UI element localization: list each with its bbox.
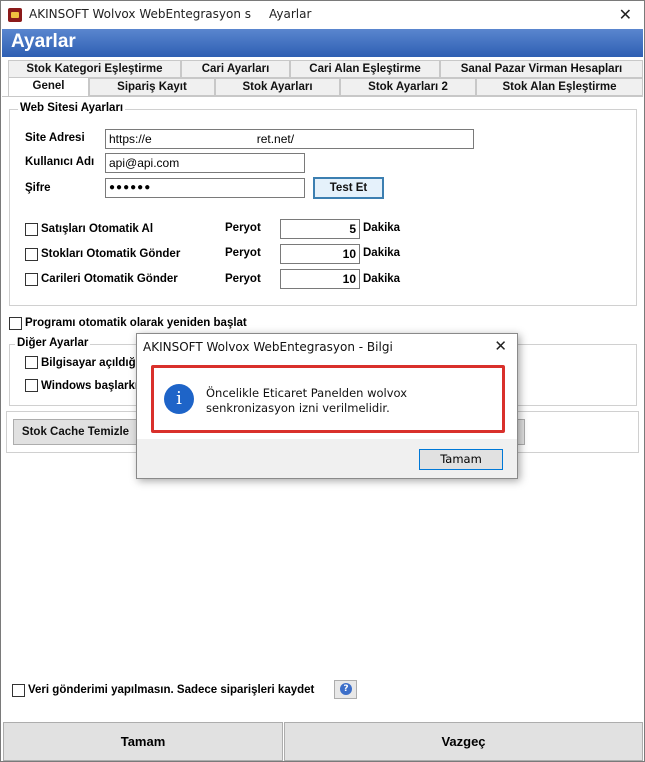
cancel-button[interactable]: Vazgeç [284, 722, 643, 761]
window-title: AKINSOFT Wolvox WebEntegrasyon s [29, 7, 252, 21]
auto-stock-period-label: Peryot [225, 247, 261, 259]
site-address-value-start: https://e [109, 132, 152, 146]
dialog-close-icon[interactable]: ✕ [494, 337, 507, 355]
web-settings-title: Web Sitesi Ayarları [18, 102, 126, 114]
tab-stok-ayarlari-2[interactable]: Stok Ayarları 2 [340, 78, 476, 96]
windows-start-label: Windows başlarkı [41, 380, 139, 392]
tab-cari-ayarlari[interactable]: Cari Ayarları [181, 60, 290, 78]
tab-stok-ayarlari[interactable]: Stok Ayarları [215, 78, 340, 96]
tab-stok-kategori-eslestirme[interactable]: Stok Kategori Eşleştirme [8, 60, 181, 78]
tab-cari-alan-eslestirme[interactable]: Cari Alan Eşleştirme [290, 60, 440, 78]
auto-customers-checkbox[interactable] [25, 273, 38, 286]
auto-sales-label: Satışları Otomatik Al [41, 223, 154, 235]
site-address-field[interactable]: https://e ret.net/ [105, 129, 474, 149]
window-title-suffix: Ayarlar [269, 7, 312, 21]
header-banner: Ayarlar [2, 29, 643, 57]
page-title: Ayarlar [11, 31, 76, 52]
password-label: Şifre [25, 182, 51, 194]
dialog-footer: Tamam [137, 439, 517, 478]
tab-genel[interactable]: Genel [8, 77, 89, 97]
auto-sales-period-label: Peryot [225, 222, 261, 234]
no-data-send-label: Veri gönderimi yapılmasın. Sadece sipari… [28, 684, 315, 696]
auto-sales-period-field[interactable]: 5 [280, 219, 360, 239]
other-settings-title: Diğer Ayarlar [15, 337, 91, 349]
ok-button[interactable]: Tamam [3, 722, 283, 761]
help-icon: ? [340, 683, 352, 695]
close-icon[interactable]: ✕ [619, 5, 632, 24]
auto-customers-period-label: Peryot [225, 273, 261, 285]
help-button[interactable]: ? [334, 680, 357, 699]
auto-customers-label: Carileri Otomatik Gönder [41, 273, 178, 285]
app-icon [8, 8, 22, 22]
auto-stock-checkbox[interactable] [25, 248, 38, 261]
auto-sales-checkbox[interactable] [25, 223, 38, 236]
dialog-message: Öncelikle Eticaret Panelden wolvox senkr… [206, 386, 408, 415]
title-bar[interactable]: AKINSOFT Wolvox WebEntegrasyon s Ayarlar… [1, 1, 644, 29]
site-address-value-end: ret.net/ [256, 132, 295, 146]
username-field[interactable]: api@api.com [105, 153, 305, 173]
auto-customers-period-field[interactable]: 10 [280, 269, 360, 289]
info-dialog: AKINSOFT Wolvox WebEntegrasyon - Bilgi ✕… [136, 333, 518, 479]
tab-stok-alan-eslestirme[interactable]: Stok Alan Eşleştirme [476, 78, 643, 96]
info-icon: i [164, 384, 194, 414]
no-data-send-checkbox[interactable] [12, 684, 25, 697]
dialog-message-box: i Öncelikle Eticaret Panelden wolvox sen… [151, 365, 505, 433]
auto-stock-period-field[interactable]: 10 [280, 244, 360, 264]
test-button[interactable]: Test Et [313, 177, 384, 199]
auto-restart-checkbox[interactable] [9, 317, 22, 330]
startup-checkbox[interactable] [25, 356, 38, 369]
username-label: Kullanıcı Adı [25, 156, 95, 168]
startup-label: Bilgisayar açıldığ [41, 357, 136, 369]
auto-stock-unit: Dakika [363, 247, 401, 259]
auto-stock-label: Stokları Otomatik Gönder [41, 248, 181, 260]
tab-sanal-pazar-virman[interactable]: Sanal Pazar Virman Hesapları [440, 60, 643, 78]
dialog-title: AKINSOFT Wolvox WebEntegrasyon - Bilgi [143, 340, 393, 354]
tab-siparis-kayit[interactable]: Sipariş Kayıt [89, 78, 215, 96]
auto-sales-unit: Dakika [363, 222, 401, 234]
windows-start-checkbox[interactable] [25, 379, 38, 392]
auto-customers-unit: Dakika [363, 273, 401, 285]
clear-stock-cache-button[interactable]: Stok Cache Temizle [13, 419, 138, 445]
dialog-ok-button[interactable]: Tamam [419, 449, 503, 470]
auto-restart-label: Programı otomatik olarak yeniden başlat [25, 317, 247, 329]
site-address-label: Site Adresi [25, 132, 85, 144]
password-field[interactable]: ●●●●●● [105, 178, 305, 198]
